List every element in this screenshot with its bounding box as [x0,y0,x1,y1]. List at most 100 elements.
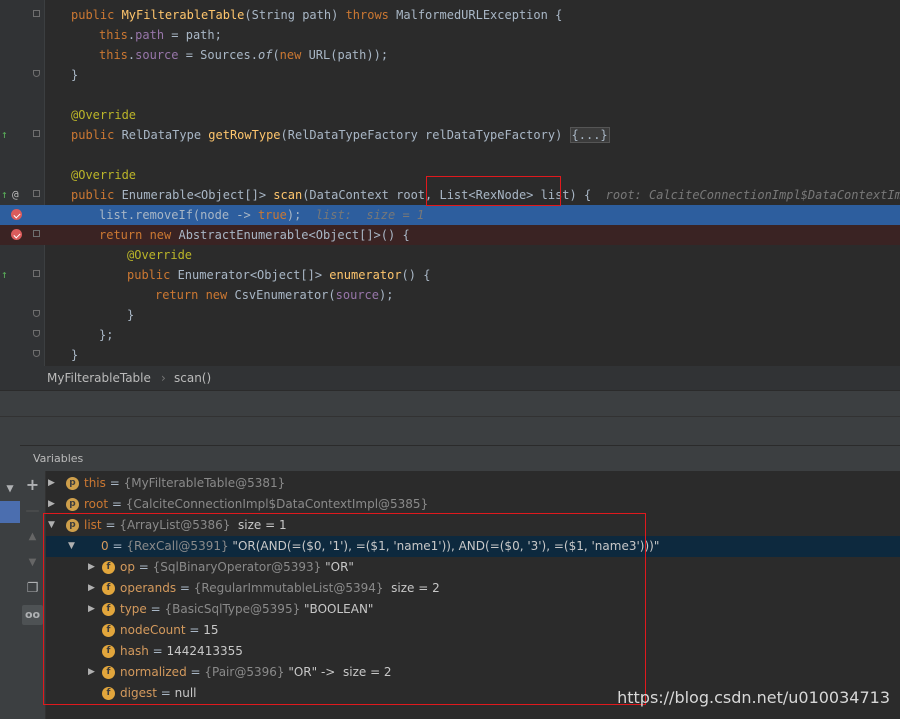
equals-sign: = [146,602,165,616]
code-editor[interactable]: public MyFilterableTable(String path) th… [0,0,900,366]
copy-icon[interactable]: ❐ [22,579,43,599]
variable-row-selected[interactable]: ▼ 0 = {RexCall@5391} "OR(AND(=($0, '1'), … [46,536,900,557]
code-text: this.source = Sources.of(new URL(path)); [99,45,388,65]
expand-arrow-icon[interactable]: ▶ [88,578,95,599]
expand-arrow-icon[interactable]: ▶ [88,557,95,578]
code-line[interactable]: return new AbstractEnumerable<Object[]>(… [0,225,900,245]
expand-arrow-icon[interactable]: ▶ [88,662,95,683]
variables-toolbar: + — ▲ ▼ ❐ oo [20,471,46,719]
code-line[interactable]: } [0,345,900,365]
variable-row[interactable]: ▶ p this = {MyFilterableTable@5381} [46,473,900,494]
collapse-arrow-icon[interactable]: ▼ [48,515,55,536]
debug-toolbar [0,416,900,445]
code-text: public RelDataType getRowType(RelDataTyp… [71,125,610,145]
code-token: {...} [569,127,610,143]
code-line[interactable]: @Override [0,245,900,265]
add-icon[interactable]: + [22,475,43,495]
variable-text: 0 = {RexCall@5391} "OR(AND(=($0, '1'), =… [101,536,659,557]
variable-value: "BOOLEAN" [300,602,374,616]
variable-ref: {MyFilterableTable@5381} [123,476,286,490]
equals-sign: = [101,518,120,532]
variable-row[interactable]: f hash = 1442413355 [46,641,900,662]
fold-icon[interactable] [33,70,40,77]
variable-ref: {RegularImmutableList@5394} [193,581,384,595]
field-icon: f [102,645,115,658]
fold-icon[interactable] [33,230,40,237]
code-text: }; [99,325,113,345]
down-icon: ▼ [28,557,37,568]
code-line[interactable]: list.removeIf(node -> true); list: size … [0,205,900,225]
breakpoint-icon[interactable] [11,229,22,240]
variable-text: normalized = {Pair@5396} "OR" -> size = … [120,662,392,683]
filter-icon[interactable]: ▼ [0,479,20,497]
code-token: list: size = 1 [315,208,425,222]
expand-arrow-icon[interactable]: ▶ [48,494,55,515]
glasses-icon[interactable]: oo [22,605,43,625]
code-text: return new CsvEnumerator(source); [155,285,393,305]
code-line[interactable]: public Enumerator<Object[]> enumerator()… [0,265,900,285]
variable-name: list [84,518,102,532]
implements-arrow-icon[interactable]: ↑ [1,265,8,285]
code-token: path [135,28,165,42]
code-line[interactable]: } [0,305,900,325]
breakpoint-icon[interactable] [11,209,22,220]
breadcrumb-separator: › [161,371,166,385]
implements-arrow-icon[interactable]: ↑ [1,125,8,145]
variable-row[interactable]: ▼ p list = {ArrayList@5386} size = 1 [46,515,900,536]
code-token: RelDataType [121,128,209,142]
code-token: this [99,28,128,42]
variable-value: size = 1 [230,518,287,532]
expand-arrow-icon[interactable]: ▶ [48,473,55,494]
code-line[interactable] [0,85,900,105]
code-token: CsvEnumerator( [234,288,336,302]
code-token: }; [99,328,114,342]
selected-frame[interactable] [0,501,20,523]
code-line[interactable]: @Override [0,105,900,125]
code-token: (String path) [244,8,346,22]
code-token: Enumerator<Object[]> [177,268,330,282]
variable-row[interactable]: ▶ f op = {SqlBinaryOperator@5393} "OR" [46,557,900,578]
variable-text: hash = 1442413355 [120,641,243,662]
variable-text: type = {BasicSqlType@5395} "BOOLEAN" [120,599,373,620]
breadcrumb-method[interactable]: scan() [174,366,211,390]
fold-icon[interactable] [33,130,40,137]
variables-header: Variables [20,445,900,472]
code-token: @Override [127,248,193,262]
code-text: @Override [71,105,136,125]
breadcrumb-class[interactable]: MyFilterableTable [47,366,151,390]
fold-icon[interactable] [33,350,40,357]
variable-value: size = 2 [383,581,440,595]
expand-arrow-icon[interactable]: ▶ [88,599,95,620]
code-line[interactable]: public MyFilterableTable(String path) th… [0,5,900,25]
variable-row[interactable]: ▶ f normalized = {Pair@5396} "OR" -> size … [46,662,900,683]
code-line[interactable]: this.source = Sources.of(new URL(path)); [0,45,900,65]
collapse-arrow-icon[interactable]: ▼ [68,536,75,557]
fold-icon[interactable] [33,10,40,17]
code-token: } [127,308,135,322]
field-icon: f [102,603,115,616]
fold-icon[interactable] [33,330,40,337]
variable-row[interactable]: ▶ f type = {BasicSqlType@5395} "BOOLEAN" [46,599,900,620]
code-line[interactable]: }; [0,325,900,345]
code-token: this [99,48,128,62]
code-line[interactable]: } [0,65,900,85]
code-line[interactable]: @Override [0,165,900,185]
variable-name: root [84,497,109,511]
code-token: return new [155,288,235,302]
implements-arrow-icon[interactable]: ↑ [1,185,8,205]
code-token: Enumerable<Object[]> [121,188,274,202]
fold-icon[interactable] [33,270,40,277]
fold-icon[interactable] [33,310,40,317]
code-line[interactable] [0,145,900,165]
code-token: (RelDataTypeFactory relDataTypeFactory) [280,128,570,142]
variable-row[interactable]: f nodeCount = 15 [46,620,900,641]
annotation-icon[interactable]: @ [12,185,19,205]
code-line[interactable]: this.path = path; [0,25,900,45]
fold-icon[interactable] [33,190,40,197]
variable-row[interactable]: ▶ p root = {CalciteConnectionImpl$DataCont… [46,494,900,515]
code-line[interactable]: public Enumerable<Object[]> scan(DataCon… [0,185,900,205]
code-line[interactable]: public RelDataType getRowType(RelDataTyp… [0,125,900,145]
variable-row[interactable]: ▶ f operands = {RegularImmutableList@5394}… [46,578,900,599]
equals-sign: = [176,581,194,595]
code-line[interactable]: return new CsvEnumerator(source); [0,285,900,305]
